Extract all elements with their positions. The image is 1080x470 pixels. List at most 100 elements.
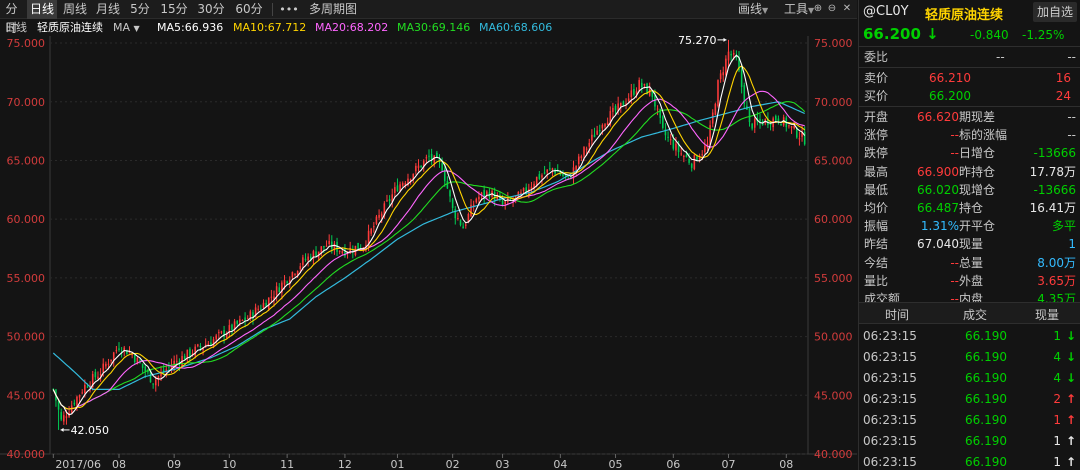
candle-body: [530, 186, 533, 189]
arrow-up-icon: ↑: [1065, 434, 1076, 448]
candle-body: [659, 108, 661, 118]
weibi-row: 委比 -- --: [859, 48, 1080, 66]
close-icon[interactable]: ✕: [841, 3, 853, 15]
candle-body: [63, 415, 65, 422]
candle-body: [446, 181, 449, 189]
zoom-out-icon[interactable]: ⊖: [826, 3, 838, 15]
candle-body: [394, 187, 396, 193]
candle-body: [105, 363, 107, 367]
weibi-label: 委比: [864, 50, 889, 64]
tick-time: 06:23:15: [863, 329, 917, 343]
candle-body: [57, 401, 60, 410]
candle-body: [370, 228, 372, 234]
stat-value: 多平: [1051, 219, 1076, 234]
y-tick-label-right: 45.000: [814, 389, 853, 402]
tools-button[interactable]: 工具▼: [784, 0, 814, 19]
candle-body: [583, 147, 585, 156]
candle-body: [215, 335, 217, 340]
candle-body: [441, 163, 443, 171]
legend-instrument-name: 轻质原油连续: [37, 21, 103, 34]
candle-body: [641, 82, 643, 88]
tab-period-6[interactable]: 30分: [194, 0, 228, 19]
tab-period-4[interactable]: 5分: [126, 0, 154, 19]
tab-period-1[interactable]: 日线: [27, 0, 57, 19]
candle-body: [740, 69, 743, 87]
arrow-down-icon: ↓: [1065, 371, 1076, 385]
candle-body: [270, 296, 273, 298]
candle-body: [262, 302, 265, 308]
candle-body: [575, 165, 577, 170]
tab-period-7[interactable]: 60分: [231, 0, 267, 19]
bid-qty: 24: [1055, 89, 1071, 103]
candle-body: [236, 320, 239, 324]
candle-body: [614, 105, 617, 111]
candle-body: [275, 286, 278, 296]
candle-body: [730, 53, 732, 56]
legend-ma10: MA10:67.712: [233, 21, 307, 34]
draw-line-button[interactable]: 画线▼: [738, 0, 768, 19]
stat-value: 66.487: [917, 201, 959, 215]
tab-period-2[interactable]: 周线: [60, 0, 90, 19]
candle-body: [633, 89, 635, 95]
candle-body: [118, 348, 120, 350]
multi-period-button[interactable]: 多周期图: [304, 0, 362, 19]
stat-value: 3.65万: [1037, 273, 1076, 288]
candlestick-chart[interactable]: 75.000 75.000 70.000 70.000 65.000 65.000 60.0…: [0, 36, 857, 470]
price-change-pct: -1.25%: [1022, 28, 1065, 42]
y-tick-label-right: 50.000: [814, 331, 853, 344]
stat-value: --: [950, 146, 959, 161]
candle-body: [580, 156, 583, 159]
candle-body: [189, 348, 191, 357]
candle-body: [598, 130, 601, 132]
candle-body: [546, 169, 549, 173]
bid-row: 买价 66.200 24: [859, 87, 1080, 105]
y-tick-label-right: 55.000: [814, 272, 853, 285]
candle-body: [168, 366, 170, 368]
candle-body: [698, 157, 701, 159]
stat-label: 外盘: [959, 273, 984, 288]
y-tick-label-right: 75.000: [814, 37, 853, 50]
tick-qty: 1: [1053, 413, 1061, 427]
stat-value: --: [1067, 128, 1076, 143]
tick-row: 06:23:15 66.190 1 ↓: [859, 326, 1080, 347]
price-down-arrow-icon: ↓: [920, 25, 939, 43]
stat-label: 开盘: [864, 110, 889, 124]
tick-time: 06:23:15: [863, 413, 917, 427]
add-watchlist-button[interactable]: 加自选: [1033, 2, 1077, 22]
candle-body: [714, 103, 717, 115]
candle-body: [630, 90, 633, 98]
legend-ma20: MA20:68.202: [315, 21, 389, 34]
candle-body: [701, 154, 704, 156]
stat-value: --: [950, 255, 959, 270]
candle-body: [94, 372, 97, 378]
candle-body: [722, 72, 725, 76]
divider: [859, 67, 1080, 68]
candle-body: [751, 123, 753, 129]
tick-qty: 4: [1053, 371, 1061, 385]
tab-period-0[interactable]: 分时: [0, 0, 23, 35]
x-tick-label: 12: [338, 458, 352, 470]
zoom-in-icon[interactable]: ⊕: [812, 3, 824, 15]
more-periods-button[interactable]: •••: [278, 0, 300, 19]
tools-label: 工具: [784, 2, 809, 16]
indicator-selector[interactable]: MA ▼: [113, 19, 140, 37]
candle-body: [152, 383, 154, 385]
candle-body: [748, 108, 751, 123]
tab-period-5[interactable]: 15分: [157, 0, 191, 19]
tick-qty: 1: [1053, 329, 1061, 343]
stat-label: 跌停: [864, 146, 889, 161]
candle-body: [562, 173, 564, 176]
stat-row: 最高 66.900 昨持仓 17.78万: [859, 163, 1080, 181]
divider: [859, 106, 1080, 107]
candle-body: [97, 376, 99, 379]
tab-period-3[interactable]: 月线: [93, 0, 123, 19]
candle-body: [396, 185, 399, 192]
last-price-value: 66.200: [863, 25, 921, 43]
candle-body: [144, 366, 147, 372]
candle-body: [154, 379, 157, 386]
candle-body: [304, 258, 307, 260]
stat-label: 总量: [959, 255, 984, 270]
candle-body: [239, 319, 241, 323]
candle-body: [183, 355, 186, 360]
candle-body: [780, 123, 782, 126]
